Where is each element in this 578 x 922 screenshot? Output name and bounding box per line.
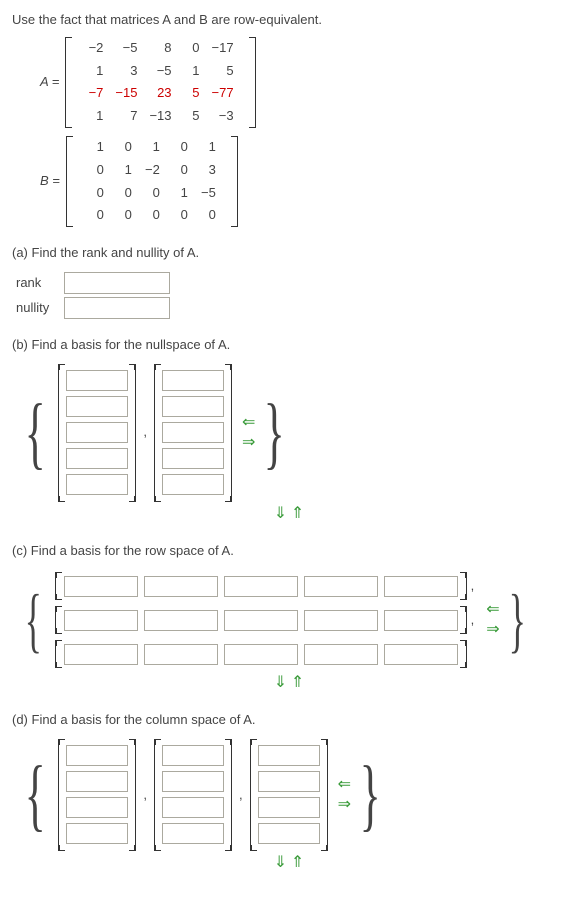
row-v1-c3[interactable] — [224, 576, 298, 597]
nullspace-v1-c1[interactable] — [66, 370, 128, 391]
nullspace-v1-c3[interactable] — [66, 422, 128, 443]
comma: , — [143, 422, 147, 443]
remove-rowvec-icon[interactable]: ⇓ — [274, 674, 287, 691]
part-c-prompt: (c) Find a basis for the row space of A. — [12, 541, 566, 562]
right-brace-icon: } — [508, 597, 525, 644]
col-v2-c3[interactable] — [162, 797, 224, 818]
col-v3-c2[interactable] — [258, 771, 320, 792]
nullspace-v2-c5[interactable] — [162, 474, 224, 495]
left-brace-icon: { — [25, 767, 46, 823]
nullspace-v2-c3[interactable] — [162, 422, 224, 443]
remove-row-icon[interactable]: ⇓ — [274, 854, 287, 871]
rowspace-vector-1 — [55, 572, 467, 600]
colspace-vector-1 — [58, 739, 136, 851]
right-brace-icon: } — [360, 767, 381, 823]
row-v3-c2[interactable] — [144, 644, 218, 665]
remove-vector-icon[interactable]: ⇐ — [338, 777, 351, 793]
row-v3-c3[interactable] — [224, 644, 298, 665]
left-brace-icon: { — [25, 405, 46, 461]
remove-vector-icon[interactable]: ⇐ — [242, 415, 255, 431]
part-a-prompt: (a) Find the rank and nullity of A. — [12, 243, 566, 264]
nullspace-v1-c2[interactable] — [66, 396, 128, 417]
nullspace-v1-c4[interactable] — [66, 448, 128, 469]
add-vector-icon[interactable]: ⇒ — [242, 435, 255, 451]
left-brace-icon: { — [25, 597, 42, 644]
row-v3-c1[interactable] — [64, 644, 138, 665]
col-v1-c3[interactable] — [66, 797, 128, 818]
rank-input[interactable] — [64, 272, 170, 294]
col-v3-c4[interactable] — [258, 823, 320, 844]
add-row-icon[interactable]: ⇑ — [291, 854, 304, 871]
intro-text: Use the fact that matrices A and B are r… — [12, 10, 566, 31]
matrix-a-label: A = — [40, 72, 59, 93]
matrix-a: −2−580−17 13−515 −7−15235−77 17−135−3 — [65, 37, 255, 128]
row-v1-c5[interactable] — [384, 576, 458, 597]
add-row-icon[interactable]: ⇑ — [291, 505, 304, 522]
row-v3-c4[interactable] — [304, 644, 378, 665]
nullspace-vector-1 — [58, 364, 136, 502]
col-v2-c2[interactable] — [162, 771, 224, 792]
matrix-b: 10101 01−203 0001−5 00000 — [66, 136, 238, 227]
nullspace-basis-set: { , ⇐ ⇒ } — [16, 364, 566, 502]
col-v2-c1[interactable] — [162, 745, 224, 766]
right-brace-icon: } — [264, 405, 285, 461]
nullspace-vector-2 — [154, 364, 232, 502]
row-v2-c5[interactable] — [384, 610, 458, 631]
col-v1-c2[interactable] — [66, 771, 128, 792]
remove-col-icon[interactable]: ⇐ — [486, 602, 499, 618]
col-v2-c4[interactable] — [162, 823, 224, 844]
part-b-prompt: (b) Find a basis for the nullspace of A. — [12, 335, 566, 356]
col-v3-c1[interactable] — [258, 745, 320, 766]
row-v1-c2[interactable] — [144, 576, 218, 597]
col-v3-c3[interactable] — [258, 797, 320, 818]
remove-row-icon[interactable]: ⇓ — [274, 505, 287, 522]
rowspace-vector-3 — [55, 640, 467, 668]
colspace-vector-2 — [154, 739, 232, 851]
nullity-input[interactable] — [64, 297, 170, 319]
rank-label: rank — [16, 273, 64, 294]
col-v1-c4[interactable] — [66, 823, 128, 844]
colspace-basis-set: { , , ⇐ ⇒ } — [16, 739, 566, 851]
rowspace-vector-2 — [55, 606, 467, 634]
row-v2-c3[interactable] — [224, 610, 298, 631]
matrix-b-label: B = — [40, 171, 60, 192]
nullspace-v2-c4[interactable] — [162, 448, 224, 469]
add-vector-icon[interactable]: ⇒ — [338, 797, 351, 813]
row-v2-c2[interactable] — [144, 610, 218, 631]
nullspace-v1-c5[interactable] — [66, 474, 128, 495]
add-rowvec-icon[interactable]: ⇑ — [291, 674, 304, 691]
part-d-prompt: (d) Find a basis for the column space of… — [12, 710, 566, 731]
row-v3-c5[interactable] — [384, 644, 458, 665]
col-v1-c1[interactable] — [66, 745, 128, 766]
rowspace-basis-set: { , , — [16, 569, 566, 671]
colspace-vector-3 — [250, 739, 328, 851]
row-v2-c1[interactable] — [64, 610, 138, 631]
row-v1-c4[interactable] — [304, 576, 378, 597]
nullspace-v2-c1[interactable] — [162, 370, 224, 391]
nullspace-v2-c2[interactable] — [162, 396, 224, 417]
nullity-label: nullity — [16, 298, 64, 319]
row-v2-c4[interactable] — [304, 610, 378, 631]
row-v1-c1[interactable] — [64, 576, 138, 597]
add-col-icon[interactable]: ⇒ — [486, 622, 499, 638]
